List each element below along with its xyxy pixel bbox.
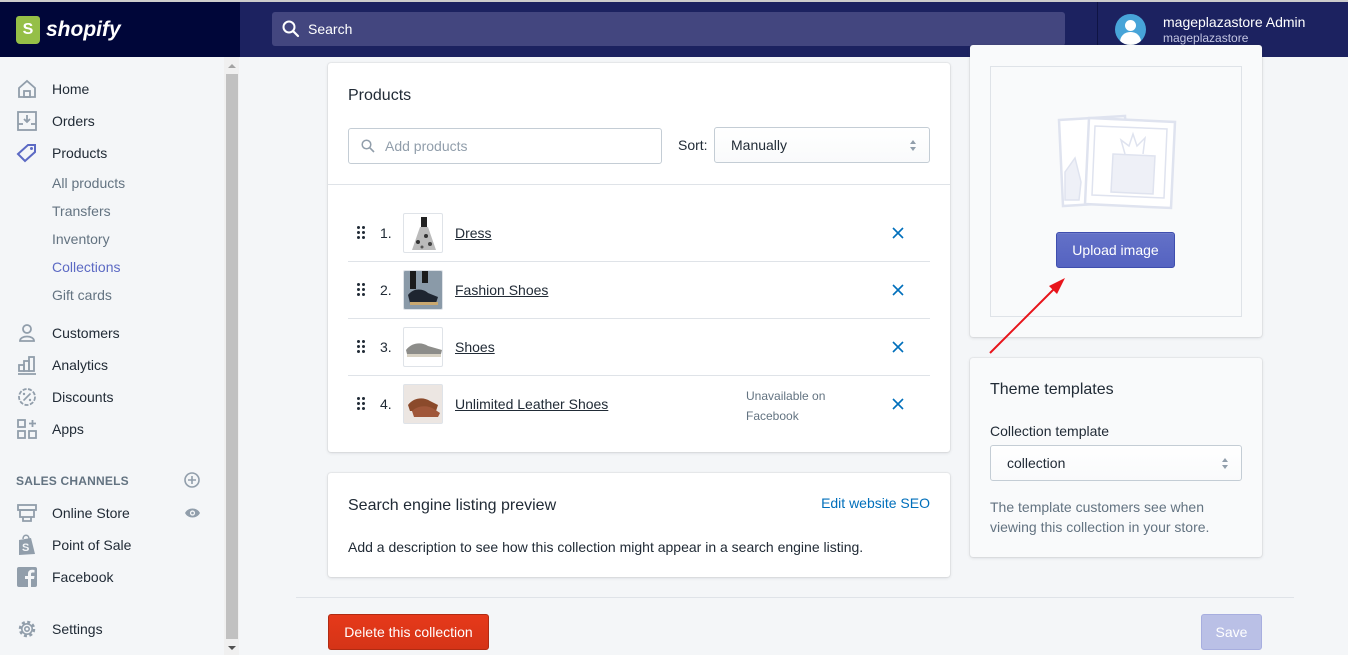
pos-bag-icon: S (16, 534, 38, 556)
seo-preview-card: Search engine listing preview Edit websi… (328, 473, 950, 577)
image-placeholder-icon (1057, 114, 1177, 210)
product-thumbnail-fashion-shoes (403, 270, 443, 310)
sidebar-subitem-transfers[interactable]: Transfers (52, 203, 111, 219)
remove-x-icon[interactable] (891, 283, 905, 297)
store-name: mageplazastore (1163, 31, 1249, 45)
brand-name: shopify (46, 17, 121, 41)
global-search-input[interactable]: Search (272, 12, 1065, 46)
products-card: Products Add products Sort: Manually 1. … (328, 63, 950, 452)
sidebar-item-discounts[interactable]: Discounts (16, 385, 113, 409)
sidebar-subitem-all-products[interactable]: All products (52, 175, 125, 191)
sidebar-item-customers[interactable]: Customers (16, 321, 120, 345)
add-products-placeholder: Add products (385, 138, 468, 154)
annotation-arrow-icon (989, 278, 1065, 354)
sidebar-item-products[interactable]: Products (16, 141, 107, 165)
shopify-bag-icon: S (16, 15, 40, 44)
product-thumbnail-shoes (403, 327, 443, 367)
sidebar: Home Orders Products All products Transf… (0, 57, 224, 655)
product-thumbnail-dress (403, 213, 443, 253)
product-link-dress[interactable]: Dress (455, 225, 492, 241)
product-row: 4. Unlimited Leather Shoes Unavailable o… (348, 376, 930, 433)
avatar (1115, 14, 1146, 45)
remove-x-icon[interactable] (891, 397, 905, 411)
add-channel-icon[interactable] (184, 472, 200, 488)
collection-template-select[interactable]: collection (990, 445, 1242, 481)
store-icon (16, 502, 38, 524)
sort-select[interactable]: Manually (714, 127, 930, 163)
select-arrows-icon (910, 140, 917, 152)
search-icon (282, 20, 300, 38)
template-value: collection (1007, 455, 1066, 471)
search-icon (361, 139, 375, 153)
analytics-icon (16, 354, 38, 376)
availability-note: Unavailable on Facebook (746, 389, 826, 423)
product-index: 4. (380, 396, 392, 412)
product-row: 2. Fashion Shoes (348, 262, 930, 319)
product-link-unlimited-leather-shoes[interactable]: Unlimited Leather Shoes (455, 396, 608, 412)
drag-handle-icon[interactable] (357, 340, 365, 354)
sort-label: Sort: (678, 137, 708, 153)
divider (328, 184, 950, 185)
save-button[interactable]: Save (1201, 614, 1262, 650)
theme-card-title: Theme templates (990, 381, 1114, 398)
facebook-icon (16, 566, 38, 588)
sidebar-item-home[interactable]: Home (16, 77, 89, 101)
sidebar-item-settings[interactable]: Settings (16, 617, 103, 641)
sidebar-subitem-gift-cards[interactable]: Gift cards (52, 287, 112, 303)
sidebar-item-analytics[interactable]: Analytics (16, 353, 108, 377)
theme-templates-card: Theme templates Collection template coll… (970, 358, 1262, 557)
collection-template-label: Collection template (990, 423, 1110, 439)
apps-icon (16, 418, 38, 440)
products-card-title: Products (348, 87, 412, 104)
scroll-thumb[interactable] (226, 74, 238, 639)
product-row: 1. Dress (348, 205, 930, 262)
remove-x-icon[interactable] (891, 340, 905, 354)
product-index: 3. (380, 339, 392, 355)
sidebar-item-online-store[interactable]: Online Store (16, 501, 130, 525)
orders-icon (16, 110, 38, 132)
product-link-shoes[interactable]: Shoes (455, 339, 495, 355)
seo-card-title: Search engine listing preview (348, 497, 557, 514)
sidebar-subitem-collections[interactable]: Collections (52, 259, 120, 275)
svg-text:S: S (22, 542, 29, 554)
user-name: mageplazastore Admin (1163, 14, 1306, 30)
sort-value: Manually (731, 137, 788, 153)
shopify-logo[interactable]: S shopify (0, 2, 240, 57)
product-index: 1. (380, 225, 392, 241)
delete-collection-button[interactable]: Delete this collection (328, 614, 489, 650)
drag-handle-icon[interactable] (357, 283, 365, 297)
scroll-down-arrow-icon[interactable] (228, 646, 236, 650)
add-products-input[interactable]: Add products (348, 128, 662, 164)
drag-handle-icon[interactable] (357, 226, 365, 240)
sidebar-scrollbar[interactable] (224, 57, 239, 655)
drag-handle-icon[interactable] (357, 397, 365, 411)
footer-divider (296, 597, 1294, 598)
seo-description: Add a description to see how this collec… (348, 539, 864, 555)
product-index: 2. (380, 282, 392, 298)
search-placeholder: Search (308, 21, 353, 37)
scroll-up-arrow-icon[interactable] (228, 64, 236, 68)
customers-icon (16, 322, 38, 344)
sidebar-item-apps[interactable]: Apps (16, 417, 84, 441)
gear-icon (16, 618, 38, 640)
view-store-eye-icon[interactable] (184, 507, 201, 519)
product-row: 3. Shoes (348, 319, 930, 376)
tag-icon (16, 142, 38, 164)
sidebar-item-facebook[interactable]: Facebook (16, 565, 113, 589)
edit-website-seo-link[interactable]: Edit website SEO (821, 495, 930, 511)
upload-image-button[interactable]: Upload image (1056, 232, 1175, 268)
template-help-text: The template customers see when viewing … (990, 499, 1210, 535)
sidebar-subitem-inventory[interactable]: Inventory (52, 231, 110, 247)
sidebar-item-orders[interactable]: Orders (16, 109, 95, 133)
select-arrows-icon (1222, 458, 1229, 470)
remove-x-icon[interactable] (891, 226, 905, 240)
discount-icon (16, 386, 38, 408)
sidebar-item-point-of-sale[interactable]: S Point of Sale (16, 533, 131, 557)
product-thumbnail-leather-shoes (403, 384, 443, 424)
home-icon (16, 78, 38, 100)
product-link-fashion-shoes[interactable]: Fashion Shoes (455, 282, 548, 298)
sales-channels-heading: SALES CHANNELS (16, 474, 129, 488)
